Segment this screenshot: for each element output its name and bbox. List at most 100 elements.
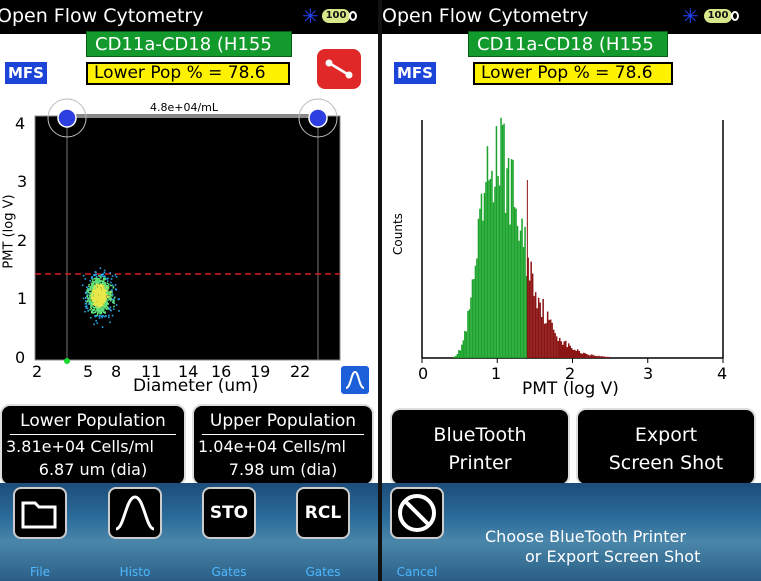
histogram-bar — [565, 340, 567, 358]
histogram-bar — [462, 340, 465, 358]
histogram-bar — [467, 311, 469, 358]
histogram-bar — [458, 350, 460, 358]
right-panel: Open Flow Cytometry ✳ 100 CD11a-CD18 (H1… — [382, 0, 761, 581]
upper-population-title: Upper Population — [209, 411, 357, 431]
x-tick: 1 — [491, 364, 502, 383]
histogram-bar — [468, 309, 471, 358]
bluetooth-printer-label-1: BlueTooth — [433, 424, 527, 446]
export-label-1: Export — [634, 424, 698, 446]
histogram-bar — [546, 311, 549, 358]
histogram-bar — [483, 192, 486, 358]
histogram-bar — [560, 341, 563, 358]
histogram-bar — [601, 356, 603, 358]
x-tick: 3 — [643, 364, 654, 383]
histogram-bar — [569, 345, 572, 358]
divider — [202, 434, 364, 435]
histogram-bar — [530, 261, 532, 358]
lower-population-cells: 3.81e+04 Cells/ml — [6, 437, 154, 456]
histogram-bar — [494, 186, 496, 358]
right-gate-handle[interactable] — [308, 108, 328, 128]
bluetooth-printer-button[interactable]: BlueTooth Printer — [390, 408, 570, 486]
histogram-bar — [552, 329, 555, 358]
histogram-bar — [589, 355, 591, 358]
histogram-chart — [421, 117, 724, 363]
histogram-bar — [488, 180, 490, 358]
plot-frame — [34, 115, 341, 361]
divider — [10, 434, 176, 435]
histogram-bar — [513, 207, 516, 358]
histogram-bar — [543, 323, 546, 358]
histogram-bar — [587, 354, 590, 358]
left-panel: Open Flow Cytometry ✳ 100 CD11a-CD18 (H1… — [0, 0, 378, 581]
cancel-icon — [398, 494, 436, 532]
histogram-bar — [495, 126, 498, 358]
y-axis-label: PMT (log V) — [1, 194, 17, 269]
histogram-bar — [476, 258, 478, 358]
histogram-bars — [453, 117, 611, 358]
export-screenshot-button[interactable]: Export Screen Shot — [576, 408, 756, 486]
histogram-bar — [604, 356, 606, 358]
histogram-mode-button[interactable] — [341, 366, 369, 394]
histogram-bar — [465, 331, 468, 358]
left-gate-handle[interactable] — [57, 108, 77, 128]
file-button[interactable] — [13, 487, 67, 539]
histogram-bar — [480, 193, 483, 358]
histogram-bar — [598, 355, 600, 358]
recall-gates-button[interactable]: RCL — [296, 487, 350, 539]
upper-population-box: Upper Population 1.04e+04 Cells/ml 7.98 … — [192, 404, 374, 486]
histogram-bar — [575, 350, 578, 358]
store-gates-button[interactable]: STO — [202, 487, 256, 539]
histogram-bar — [596, 356, 599, 358]
histogram-bar — [578, 351, 581, 358]
histogram-bar — [501, 125, 504, 358]
histogram-bar — [509, 224, 511, 358]
histogram-bar — [516, 225, 519, 358]
histogram-bar — [518, 240, 520, 358]
histogram-bar — [602, 356, 605, 358]
histogram-bar — [504, 212, 507, 358]
histogram-bar — [507, 158, 510, 358]
histogram-bar — [536, 308, 538, 358]
histogram-bar — [528, 280, 531, 358]
histogram-bar — [486, 146, 489, 358]
histogram-bar — [571, 348, 573, 358]
histo-button[interactable] — [108, 487, 162, 539]
histogram-bar — [524, 226, 526, 358]
histogram-bar — [593, 355, 596, 358]
histogram-bar — [470, 297, 472, 358]
histogram-bar — [461, 344, 463, 358]
cancel-button[interactable] — [390, 487, 444, 539]
histogram-bar — [599, 356, 602, 358]
histogram-bar — [557, 340, 560, 358]
histogram-bar — [519, 230, 522, 358]
histogram-bar — [534, 292, 537, 358]
cancel-caption: Cancel — [396, 565, 438, 579]
histogram-bar — [580, 353, 582, 358]
file-caption: File — [29, 565, 51, 579]
histogram-bar — [574, 349, 576, 358]
histogram-bar — [566, 347, 569, 358]
y-tick: 0 — [15, 348, 26, 367]
histogram-bar — [583, 352, 585, 358]
y-tick: 1 — [17, 289, 28, 308]
y-tick: 4 — [15, 114, 26, 133]
histogram-bar — [482, 220, 484, 358]
x-axis-label: Diameter (um) — [133, 376, 259, 396]
histogram-bar — [522, 247, 525, 358]
histogram-bar — [549, 319, 552, 358]
histogram-bar — [568, 343, 570, 358]
store-gates-caption: Gates — [211, 565, 247, 579]
histogram-bar — [456, 354, 459, 358]
histogram-curve-icon — [115, 495, 155, 531]
x-tick: 5 — [83, 362, 94, 381]
histogram-bar — [590, 354, 593, 358]
histogram-bar — [551, 322, 553, 358]
histogram-bar — [473, 279, 475, 358]
y-tick: 2 — [17, 231, 28, 250]
histogram-bar — [595, 355, 597, 358]
upper-population-cells: 1.04e+04 Cells/ml — [198, 437, 346, 456]
histogram-bar — [515, 208, 517, 358]
histogram-bar — [512, 159, 514, 358]
histogram-bar — [485, 182, 487, 358]
export-label-2: Screen Shot — [608, 452, 724, 474]
